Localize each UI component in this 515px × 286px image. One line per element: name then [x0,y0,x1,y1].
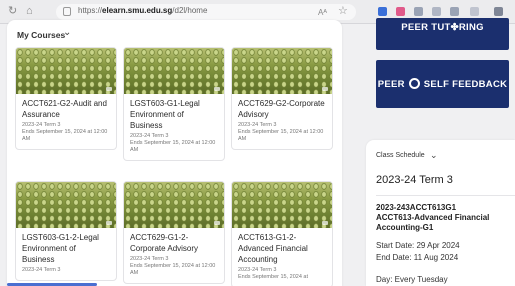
extension-icon[interactable] [494,7,503,16]
bookmark-star-icon[interactable]: ☆ [338,6,348,17]
my-courses-title: My Courses [17,30,66,40]
schedule-term: 2023-24 Term 3 [376,174,453,186]
course-title[interactable]: ACCT621-G2-Audit and Assurance [22,98,110,120]
course-term: 2023-24 Term 3 [238,267,277,273]
course-term: 2023-24 Term 3 [130,133,169,139]
extension-icon[interactable] [414,7,423,16]
chevron-down-icon[interactable]: ⌄ [430,150,438,161]
course-card[interactable]: ACCT629-G1-2-Corporate Advisory 2023-24 … [123,181,225,284]
chevron-down-icon[interactable]: ⌄ [63,27,71,38]
course-term: 2023-24 Term 3 [238,122,277,128]
refresh-icon[interactable]: ↻ [8,6,17,17]
feedback-loop-icon [408,78,420,89]
peer-self-feedback-text: PEER SELF FEEDBACK [377,78,508,90]
course-title[interactable]: ACCT629-G2-Corporate Advisory [238,98,326,120]
extension-icon[interactable] [432,7,441,16]
address-bar[interactable]: https://elearn.smu.edu.sg/d2l/home [56,4,356,20]
schedule-end-date: End Date: 11 Aug 2024 [376,253,459,262]
course-image [124,48,224,94]
extension-icon[interactable] [396,7,405,16]
course-image [16,182,116,228]
schedule-day: Day: Every Tuesday [376,275,448,284]
course-image [124,182,224,228]
course-title[interactable]: ACCT629-G1-2-Corporate Advisory [130,232,218,254]
url-text: https://elearn.smu.edu.sg/d2l/home [78,6,208,15]
course-card[interactable]: LGST603-G1-Legal Environment of Business… [123,47,225,161]
course-title[interactable]: LGST603-G1-Legal Environment of Business [130,98,218,131]
course-title[interactable]: LGST603-G1-2-Legal Environment of Busine… [22,232,110,265]
course-term: 2023-24 Term 3 [22,267,61,273]
course-end-date: Ends September 15, 2024 at 12:00 AM [130,140,216,153]
course-term: 2023-24 Term 3 [22,122,61,128]
course-term: 2023-24 Term 3 [130,256,169,262]
peer-tutoring-text: PEER TUT✤RING [401,22,484,33]
schedule-course-name: ACCT613-Advanced Financial Accounting-G1 [376,213,490,232]
course-card[interactable]: ACCT621-G2-Audit and Assurance 2023-24 T… [15,47,117,150]
course-image [232,48,332,94]
divider [376,195,515,196]
lock-icon [63,7,71,16]
course-card[interactable]: ACCT629-G2-Corporate Advisory 2023-24 Te… [231,47,333,150]
extension-icon[interactable] [470,7,479,16]
extension-icon[interactable] [378,7,387,16]
my-courses-widget: My Courses ⌄ ACCT621-G2-Audit and Assura… [7,20,342,286]
schedule-start-date: Start Date: 29 Apr 2024 [376,241,460,250]
peer-self-feedback-banner[interactable]: PEER SELF FEEDBACK [376,60,509,108]
course-card[interactable]: LGST603-G1-2-Legal Environment of Busine… [15,181,117,281]
course-image [232,182,332,228]
extension-icon[interactable] [450,7,459,16]
peer-tutoring-banner[interactable]: PEER TUT✤RING [376,18,509,50]
course-end-date: Ends September 15, 2024 at [238,274,309,280]
course-end-date: Ends September 15, 2024 at 12:00 AM [22,129,108,142]
class-schedule-widget: Class Schedule ⌄ 2023-24 Term 3 2023-243… [366,140,515,286]
course-end-date: Ends September 15, 2024 at 12:00 AM [238,129,324,142]
course-end-date: Ends September 15, 2024 at 12:00 AM [130,263,216,276]
course-image [16,48,116,94]
reader-icon[interactable]: Aᴬ [318,7,327,18]
course-title[interactable]: ACCT613-G1-2-Advanced Financial Accounti… [238,232,326,265]
course-card[interactable]: ACCT613-G1-2-Advanced Financial Accounti… [231,181,333,286]
schedule-course[interactable]: 2023-243ACCT613G1 ACCT613-Advanced Finan… [376,203,511,233]
class-schedule-title: Class Schedule [376,152,425,159]
schedule-course-code: 2023-243ACCT613G1 [376,203,457,212]
home-icon[interactable]: ⌂ [26,6,33,17]
